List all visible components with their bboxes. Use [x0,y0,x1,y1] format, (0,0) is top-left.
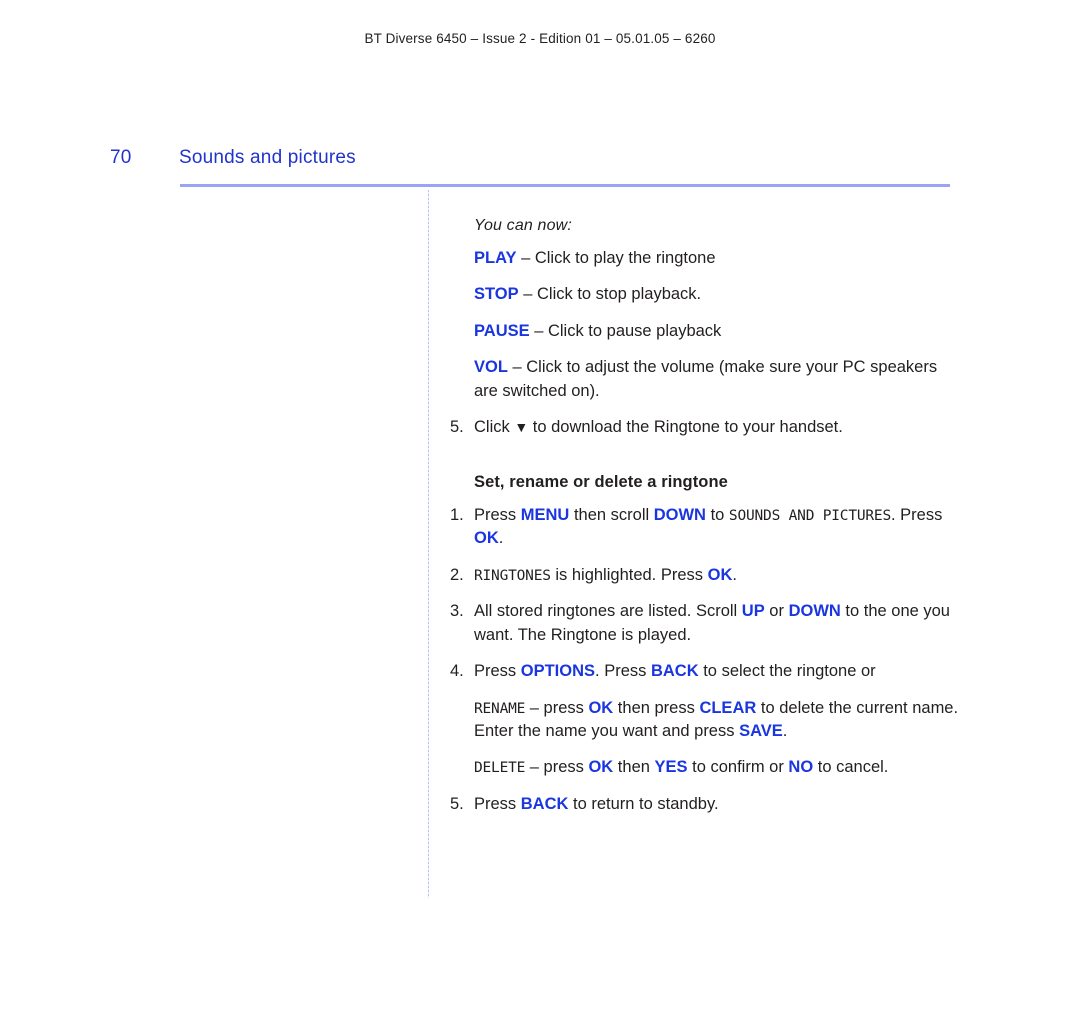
definition-list: PLAY – Click to play the ringtone STOP – … [450,247,960,403]
handset-key-ok: OK [588,758,614,777]
handset-key-back: BACK [650,662,699,681]
definition-text: – Click to adjust the volume (make sure … [474,358,938,400]
text-run: to confirm or [687,758,789,777]
text-run: to download the Ringtone to your handset… [528,418,843,437]
definition-item: VOL – Click to adjust the volume (make s… [474,356,960,403]
text-run: Press [474,794,521,813]
handset-key-menu: MENU [520,506,570,525]
text-run: . [732,565,737,584]
text-run: . [782,721,788,740]
handset-key-options: OPTIONS [520,662,596,681]
step-item: 4. Press OPTIONS. Press BACK to select th… [450,660,960,780]
handset-key-ok: OK [588,698,614,717]
numbered-step-list: 1. Press MENU then scroll DOWN to SOUNDS … [450,504,960,816]
triangle-down-icon: ▼ [514,419,529,436]
definition-text: – Click to stop playback. [518,285,702,304]
horizontal-rule [180,184,950,187]
handset-key-yes: YES [654,758,688,777]
step-item: 5. Click ▼ to download the Ringtone to yo… [450,416,960,439]
handset-key-down: DOWN [653,506,706,525]
step-item: 3. All stored ringtones are listed. Scrol… [450,600,960,647]
section-title: Sounds and pictures [179,147,356,168]
step-number: 4. [450,662,464,681]
text-run: is highlighted. Press [550,565,708,584]
text-run: then [613,758,655,777]
handset-key-up: UP [741,602,765,621]
pc-control-vol: VOL [474,358,508,377]
running-header: BT Diverse 6450 – Issue 2 - Edition 01 –… [364,31,716,46]
definition-text: – Click to pause playback [529,321,722,340]
text-run: All stored ringtones are listed. Scroll [474,602,742,621]
step-item: 5. Press BACK to return to standby. [450,793,960,816]
pc-control-play: PLAY [474,249,517,267]
text-run: to return to standby. [568,794,719,813]
text-run: – press [525,758,589,777]
display-text-delete: DELETE [474,760,526,777]
handset-key-down: DOWN [788,602,841,621]
text-run: Press [474,506,521,525]
text-run: . [498,529,504,548]
handset-key-no: NO [788,758,814,777]
text-run: then scroll [569,506,654,525]
pc-control-stop: STOP [474,285,519,304]
display-text-sounds-and-pictures: SOUNDS AND PICTURES [728,508,891,525]
sub-heading: Set, rename or delete a ringtone [474,472,728,491]
definition-text: – Click to play the ringtone [516,249,716,267]
step-number: 2. [450,565,464,584]
text-run: . Press [891,506,943,525]
text-run: . Press [595,662,651,681]
handset-key-ok: OK [707,565,733,584]
step-number: 5. [450,418,464,437]
sub-step-item: DELETE – press OK then YES to confirm or… [474,756,960,779]
definition-item: PAUSE – Click to pause playback [474,320,960,343]
text-run: to select the ringtone or [698,662,876,681]
step-item: 1. Press MENU then scroll DOWN to SOUNDS … [450,504,960,551]
text-run: Click [474,418,515,437]
handset-key-ok: OK [474,529,499,548]
intro-text: You can now: [474,217,572,234]
display-text-rename: RENAME [474,700,526,717]
text-run: then press [613,698,700,717]
page-number: 70 [110,147,132,168]
step-number: 1. [450,506,464,525]
step-number: 3. [450,602,464,621]
pc-control-pause: PAUSE [474,321,530,340]
step-item: 2. RINGTONES is highlighted. Press OK. [450,564,960,587]
main-content-column: You can now: PLAY – Click to play the ri… [450,218,960,829]
text-run: or [764,602,789,621]
step-download-ringtone: 5. Click ▼ to download the Ringtone to yo… [450,416,960,439]
handset-key-clear: CLEAR [699,698,757,717]
sub-step-item: RENAME – press OK then press CLEAR to de… [474,697,960,744]
text-run: – press [525,698,589,717]
text-run: Press [474,662,521,681]
display-text-ringtones: RINGTONES [474,567,551,584]
text-run: to [705,506,729,525]
vertical-column-divider [428,190,429,898]
handset-key-back: BACK [520,794,569,813]
step-number: 5. [450,794,464,813]
definition-item: STOP – Click to stop playback. [474,283,960,306]
definition-item: PLAY – Click to play the ringtone [474,247,960,270]
handset-key-save: SAVE [739,721,783,740]
text-run: to cancel. [813,758,889,777]
